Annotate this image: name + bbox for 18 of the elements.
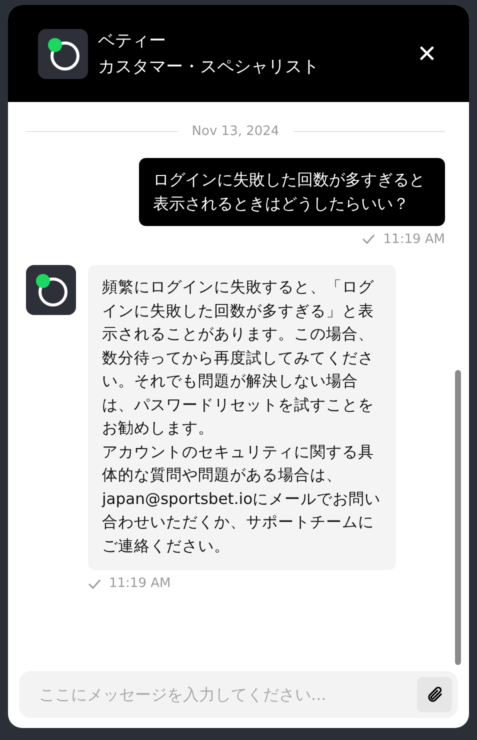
agent-role: カスタマー・スペシャリスト bbox=[98, 56, 319, 78]
date-divider: Nov 13, 2024 bbox=[190, 123, 280, 141]
agent-avatar-icon bbox=[38, 28, 88, 78]
paperclip-icon bbox=[426, 686, 444, 704]
message-composer[interactable]: ここにメッセージを入力してください... bbox=[19, 671, 458, 718]
check-icon bbox=[362, 234, 376, 244]
message-paragraph: 頻繁にログインに失敗すると、「ログインに失敗した回数が多すぎる」と表示されることがあります。この場合、数分待ってから再度試してみてください。それでも問題が解決しない場合は、パスワードリセットを試すことをお勧めします。 bbox=[102, 277, 375, 439]
message-paragraph: アカウントのセキュリティに関する具体的な質問や問題がある場合は、japan@sportsbet.ioにメールでお問い合わせいただくか、サポートチームにご連絡ください。 bbox=[102, 442, 382, 556]
attach-button[interactable] bbox=[417, 677, 452, 712]
message-time: 11:19 AM bbox=[109, 575, 171, 593]
check-icon bbox=[88, 578, 101, 589]
scrollbar-thumb[interactable] bbox=[455, 370, 461, 665]
user-message: ログインに失敗した回数が多すぎると表示されるときはどうしたらいい？ bbox=[139, 158, 445, 226]
message-time: 11:19 AM bbox=[383, 230, 445, 248]
agent-name: ベティー bbox=[98, 30, 167, 52]
close-button[interactable]: ✕ bbox=[412, 42, 441, 66]
message-input-field[interactable]: ここにメッセージを入力してください... bbox=[37, 682, 417, 708]
agent-avatar-icon bbox=[26, 265, 76, 315]
